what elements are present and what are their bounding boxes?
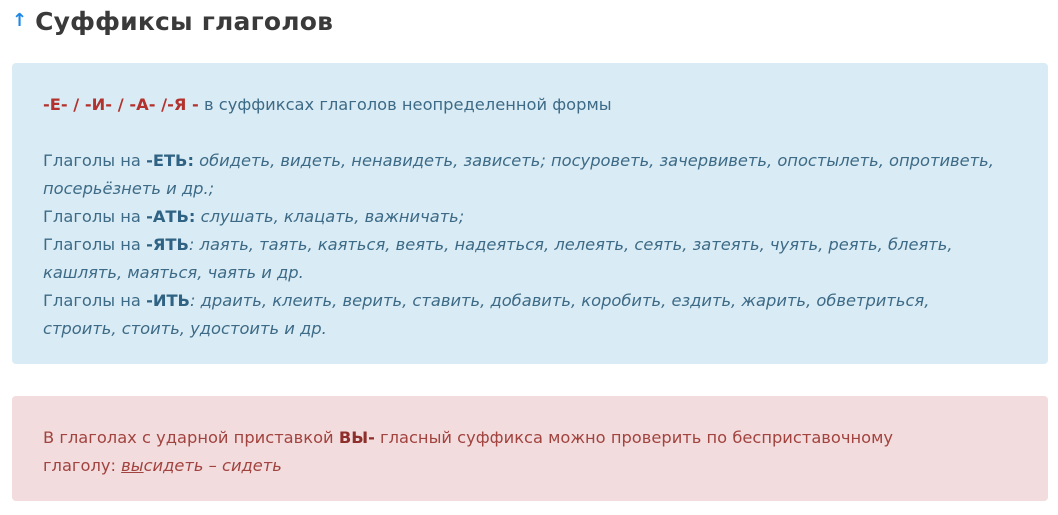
warning-box: В глаголах с ударной приставкой ВЫ- глас… <box>12 396 1048 501</box>
rule-line: -Е- / -И- / -А- /-Я - в суффиксах глагол… <box>43 91 1018 119</box>
warning-line: В глаголах с ударной приставкой ВЫ- глас… <box>43 424 1018 452</box>
group-line: Глаголы на -ЯТЬ: лаять, таять, каяться, … <box>43 231 1018 259</box>
warning-prefix: ВЫ- <box>338 428 375 447</box>
group-prefix: Глаголы на <box>43 291 147 310</box>
group-ending: -ЕТЬ: <box>146 151 194 170</box>
group-examples-cont: кашлять, маяться, чаять и др. <box>43 263 304 282</box>
warning-line-2: глаголу: высидеть – сидеть <box>43 452 1018 480</box>
group-ending: -ИТЬ <box>146 291 190 310</box>
warning-text-after: гласный суффикса можно проверить по бесп… <box>374 428 894 447</box>
rule-text: в суффиксах глаголов неопределенной форм… <box>198 95 612 114</box>
warning-line2-start: глаголу: <box>43 456 122 475</box>
group-examples: обидеть, видеть, ненавидеть, зависеть; п… <box>193 151 994 170</box>
arrow-up-icon[interactable]: ↑ <box>12 12 27 30</box>
group-examples-cont: посерьёзнеть и др.; <box>43 179 215 198</box>
group-ending: -ЯТЬ <box>146 235 189 254</box>
group-line: Глаголы на -ИТЬ: драить, клеить, верить,… <box>43 287 1018 315</box>
section-heading: ↑ Суффиксы глаголов <box>12 4 333 38</box>
group-examples: : драить, клеить, верить, ставить, добав… <box>189 291 930 310</box>
group-line: Глаголы на -АТЬ: слушать, клацать, важни… <box>43 203 1018 231</box>
group-examples-cont: строить, стоить, удостоить и др. <box>43 319 327 338</box>
example-rest: сидеть – сидеть <box>143 456 282 475</box>
rule-markers: -Е- / -И- / -А- /-Я - <box>43 95 199 114</box>
group-examples: : лаять, таять, каяться, веять, надеятьс… <box>188 235 953 254</box>
group-prefix: Глаголы на <box>43 207 147 226</box>
info-box: -Е- / -И- / -А- /-Я - в суффиксах глагол… <box>12 63 1048 364</box>
group-examples: слушать, клацать, важничать; <box>195 207 465 226</box>
example-prefix: вы <box>121 456 144 475</box>
group-prefix: Глаголы на <box>43 151 147 170</box>
warning-text-before: В глаголах с ударной приставкой <box>43 428 339 447</box>
group-prefix: Глаголы на <box>43 235 147 254</box>
group-ending: -АТЬ: <box>146 207 196 226</box>
page-title: Суффиксы глаголов <box>35 6 334 36</box>
group-line: Глаголы на -ЕТЬ: обидеть, видеть, ненави… <box>43 147 1018 175</box>
